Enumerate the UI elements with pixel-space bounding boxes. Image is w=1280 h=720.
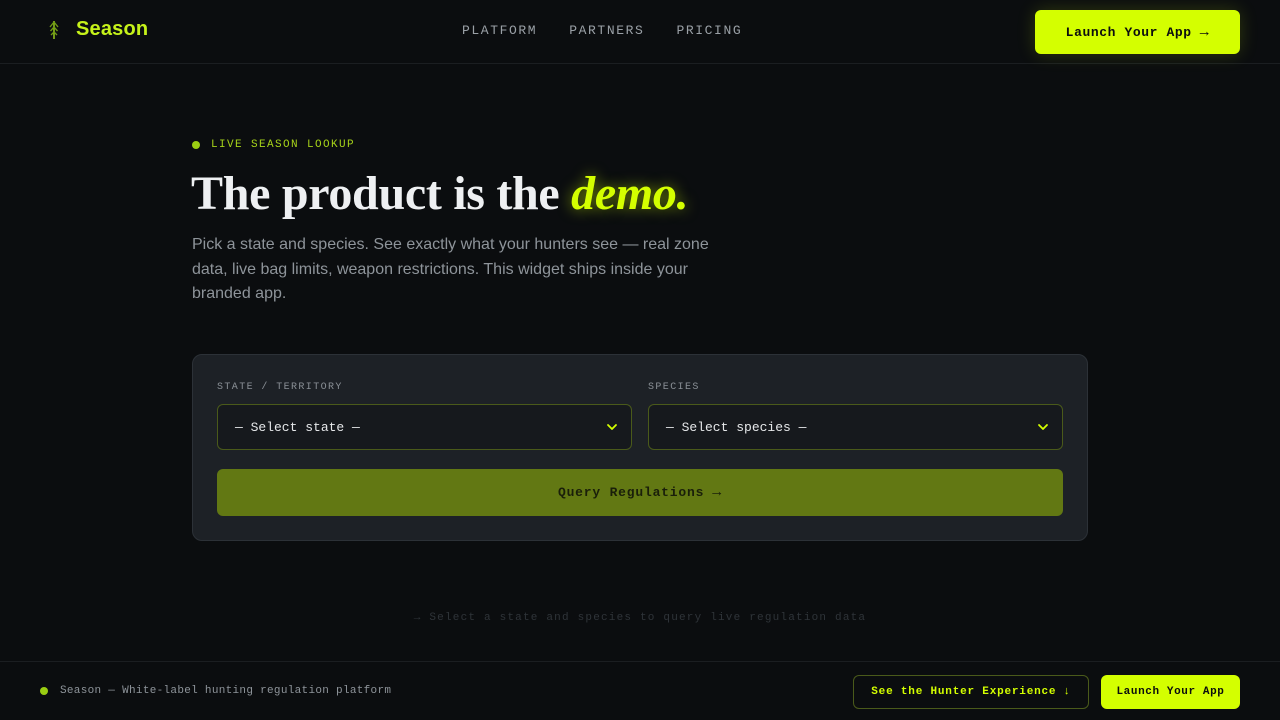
- species-select-value: — Select species —: [666, 419, 807, 435]
- eyebrow-text: LIVE SEASON LOOKUP: [211, 139, 356, 151]
- arrow-right-icon: →: [1199, 23, 1210, 41]
- lookup-widget: STATE / TERRITORY — Select state — SPECI…: [192, 354, 1088, 541]
- sticky-footer: Season — White-label hunting regulation …: [0, 661, 1280, 720]
- hunter-experience-button[interactable]: See the Hunter Experience ↓: [853, 675, 1089, 709]
- headline-emphasis: demo.: [571, 167, 689, 220]
- arrow-right-icon: →: [712, 484, 723, 501]
- hunter-experience-label: See the Hunter Experience: [871, 686, 1057, 698]
- leaf-arrow-icon: [46, 20, 62, 40]
- brand[interactable]: Season: [46, 18, 148, 41]
- empty-state-hint: → Select a state and species to query li…: [413, 612, 867, 624]
- main-nav: PLATFORM PARTNERS PRICING: [462, 23, 742, 38]
- species-select[interactable]: — Select species —: [648, 404, 1063, 450]
- brand-name: Season: [76, 18, 149, 40]
- state-select-value: — Select state —: [235, 419, 360, 435]
- top-bar: Season PLATFORM PARTNERS PRICING Launch …: [0, 0, 1280, 64]
- launch-app-label: Launch Your App: [1065, 24, 1192, 40]
- state-label: STATE / TERRITORY: [217, 382, 343, 393]
- species-label: SPECIES: [648, 382, 700, 393]
- status-dot-icon: [40, 687, 48, 695]
- query-label: Query Regulations: [557, 485, 705, 500]
- footer-tagline-text: Season — White-label hunting regulation …: [60, 685, 392, 697]
- state-select[interactable]: — Select state —: [217, 404, 632, 450]
- footer-launch-app-button[interactable]: Launch Your App: [1101, 675, 1240, 709]
- eyebrow: LIVE SEASON LOOKUP: [192, 139, 355, 151]
- live-dot-icon: [192, 141, 200, 149]
- arrow-down-icon: ↓: [1063, 686, 1071, 698]
- chevron-down-icon: [607, 424, 617, 430]
- launch-app-button[interactable]: Launch Your App →: [1035, 10, 1240, 54]
- nav-partners[interactable]: PARTNERS: [569, 23, 644, 38]
- hero-description: Pick a state and species. See exactly wh…: [192, 236, 709, 302]
- headline-prefix: The product is the: [191, 167, 572, 220]
- page-title: The product is the demo.: [191, 166, 689, 221]
- nav-pricing[interactable]: PRICING: [676, 23, 742, 38]
- query-regulations-button[interactable]: Query Regulations →: [217, 469, 1063, 516]
- chevron-down-icon: [1038, 424, 1048, 430]
- footer-tagline: Season — White-label hunting regulation …: [40, 685, 391, 697]
- nav-platform[interactable]: PLATFORM: [462, 23, 537, 38]
